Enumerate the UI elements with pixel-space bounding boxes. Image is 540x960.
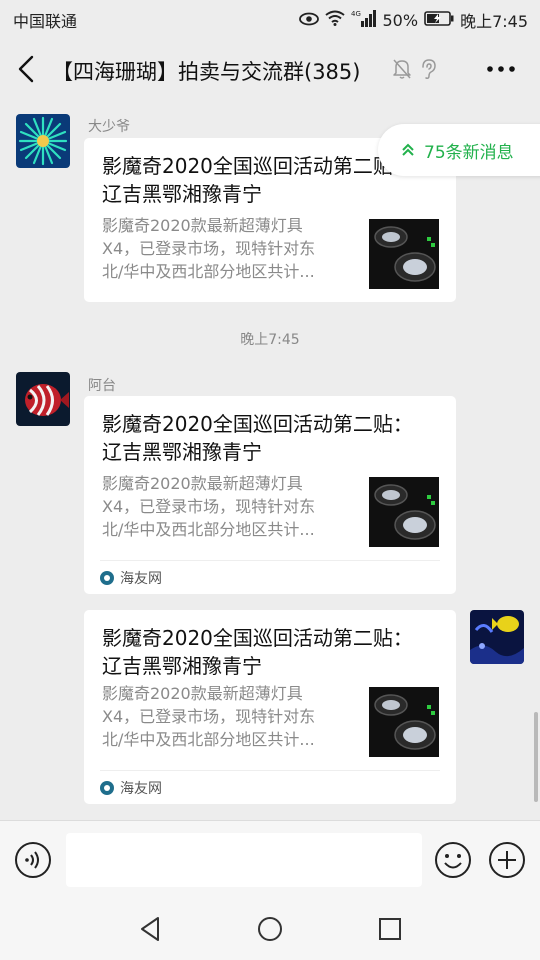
lamp-thumbnail-icon — [369, 477, 439, 547]
card-desc-line: 北/华中及西北部分地区共计... — [102, 730, 315, 749]
link-card-2[interactable]: 影魔奇2020全国巡回活动第二贴： 辽吉黑鄂湘豫青宁 影魔奇2020款最新超薄灯… — [84, 396, 456, 594]
card-thumbnail-1 — [369, 219, 439, 289]
back-button[interactable] — [12, 52, 42, 86]
nav-home-button[interactable] — [253, 912, 287, 946]
message-timestamp: 晚上7:45 — [240, 332, 300, 348]
lamp-thumbnail-icon — [369, 219, 439, 289]
status-bar: 中国联通 4G 50% 晚上7:45 — [0, 0, 540, 38]
scrollbar-thumb[interactable] — [534, 712, 538, 802]
carrier-label: 中国联通 — [13, 12, 78, 31]
avatar-sender-2[interactable] — [16, 372, 70, 426]
network-label: 4G — [351, 10, 361, 18]
square-recents-icon — [379, 918, 401, 940]
card-description-2: 影魔奇2020款最新超薄灯具 X4，已登录市场，现特针对东 北/华中及西北部分地… — [102, 472, 358, 541]
eye-icon — [298, 11, 319, 30]
new-messages-label: 75条新消息 — [424, 142, 514, 163]
card-desc-line: 影魔奇2020款最新超薄灯具 — [102, 684, 303, 703]
card-description-1: 影魔奇2020款最新超薄灯具 X4，已登录市场，现特针对东 北/华中及西北部分地… — [102, 214, 358, 283]
coral-avatar-icon — [16, 114, 70, 168]
card-source-2: 海友网 — [100, 568, 162, 588]
voice-input-button[interactable] — [14, 841, 52, 879]
card-desc-line: X4，已登录市场，现特针对东 — [102, 239, 316, 258]
plus-icon — [489, 842, 525, 878]
card-source-3: 海友网 — [100, 778, 162, 798]
more-input-button[interactable] — [488, 841, 526, 879]
source-logo-icon — [100, 781, 114, 795]
card-thumbnail-3 — [369, 687, 439, 757]
mute-bell-icon — [392, 58, 412, 84]
nav-recents-button[interactable] — [373, 912, 407, 946]
source-logo-icon — [100, 571, 114, 585]
lamp-thumbnail-icon — [369, 687, 439, 757]
aquarium-avatar-icon — [470, 610, 524, 664]
more-dots-icon — [487, 66, 515, 72]
card-desc-line: X4，已登录市场，现特针对东 — [102, 707, 316, 726]
card-description-3: 影魔奇2020款最新超薄灯具 X4，已登录市场，现特针对东 北/华中及西北部分地… — [102, 682, 358, 751]
card-title-3: 影魔奇2020全国巡回活动第二贴： 辽吉黑鄂湘豫青宁 — [102, 626, 413, 678]
sender-name-2: 阿台 — [88, 378, 116, 394]
chat-title: 【四海珊瑚】拍卖与交流群(385) — [52, 60, 361, 84]
card-desc-line: 影魔奇2020款最新超薄灯具 — [102, 474, 303, 493]
card-title-1: 影魔奇2020全国巡回活动第二贴： 辽吉黑鄂湘豫青宁 — [102, 154, 413, 206]
chat-header: 【四海珊瑚】拍卖与交流群(385) — [0, 38, 540, 100]
card-desc-line: 影魔奇2020款最新超薄灯具 — [102, 216, 303, 235]
source-name: 海友网 — [120, 571, 162, 587]
avatar-sender-1[interactable] — [16, 114, 70, 168]
system-nav-bar — [0, 898, 540, 960]
emoji-button[interactable] — [434, 841, 472, 879]
avatar-self[interactable] — [470, 610, 524, 664]
message-input[interactable] — [66, 833, 422, 887]
new-messages-button[interactable]: 75条新消息 — [378, 124, 540, 176]
card-divider — [100, 770, 440, 771]
voice-icon — [15, 842, 51, 878]
signal-icon: 4G — [351, 9, 377, 31]
status-icons: 4G 50% 晚上7:45 — [298, 8, 528, 32]
earpiece-icon — [418, 58, 438, 84]
back-arrow-icon — [18, 55, 34, 83]
battery-percent: 50% — [382, 10, 419, 30]
card-desc-line: X4，已登录市场，现特针对东 — [102, 497, 316, 516]
battery-icon — [424, 10, 454, 30]
circle-home-icon — [258, 917, 282, 941]
double-chevron-up-icon — [402, 143, 414, 156]
triangle-back-icon — [141, 917, 159, 941]
card-thumbnail-2 — [369, 477, 439, 547]
message-list[interactable]: 大少爷 影魔奇2020全国巡回活动第二贴： 辽吉黑鄂湘豫青宁 影魔奇2020款最… — [0, 100, 540, 820]
message-input-bar — [0, 820, 540, 898]
card-title-2: 影魔奇2020全国巡回活动第二贴： 辽吉黑鄂湘豫青宁 — [102, 412, 413, 464]
more-options-button[interactable] — [484, 56, 518, 82]
source-name: 海友网 — [120, 781, 162, 797]
sender-name-1: 大少爷 — [88, 119, 130, 135]
card-desc-line: 北/华中及西北部分地区共计... — [102, 520, 315, 539]
nav-back-button[interactable] — [134, 912, 168, 946]
card-desc-line: 北/华中及西北部分地区共计... — [102, 262, 315, 281]
fish-avatar-icon — [16, 372, 70, 426]
clock: 晚上7:45 — [460, 12, 528, 31]
wifi-icon — [324, 10, 345, 30]
smiley-icon — [435, 842, 471, 878]
card-divider — [100, 560, 440, 561]
link-card-3[interactable]: 影魔奇2020全国巡回活动第二贴： 辽吉黑鄂湘豫青宁 影魔奇2020款最新超薄灯… — [84, 610, 456, 804]
